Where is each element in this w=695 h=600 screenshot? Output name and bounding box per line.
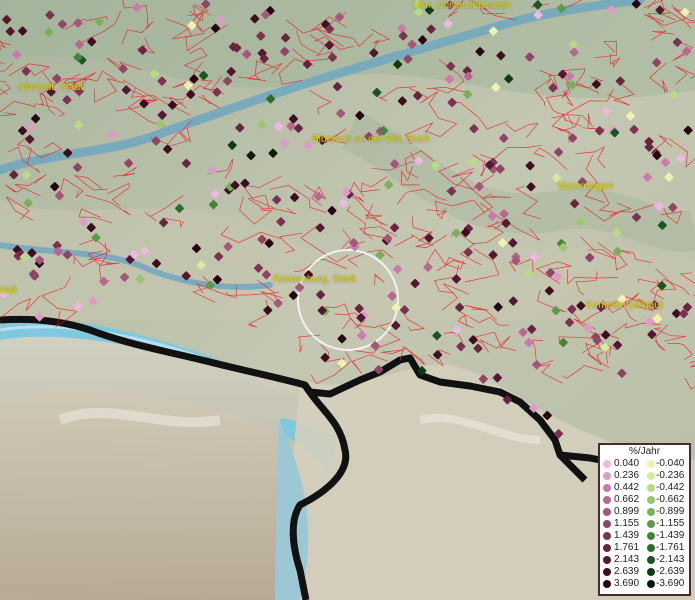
legend-swatch-positive xyxy=(603,520,611,528)
legend-swatch-negative xyxy=(647,460,655,468)
legend-value-negative: -2.143 xyxy=(656,554,685,565)
legend-swatch-positive xyxy=(603,496,611,504)
legend-row: 1.155 -1.155 xyxy=(600,518,689,530)
legend-swatch-negative xyxy=(647,472,655,480)
legend-row: 0.040 -0.040 xyxy=(600,458,689,470)
legend-value-positive: 2.639 xyxy=(614,566,640,577)
legend-row: 2.143 -2.143 xyxy=(600,554,689,566)
legend-title: %/Jahr xyxy=(628,446,661,457)
legend-value-negative: -0.040 xyxy=(656,458,685,469)
city-label-kempten: Kempten (Allgäu) xyxy=(586,300,664,311)
legend-value-positive: 1.439 xyxy=(614,530,640,541)
legend-swatch-positive xyxy=(603,484,611,492)
legend-swatch-negative xyxy=(647,556,655,564)
legend-swatch-positive xyxy=(603,460,611,468)
legend-rows: 0.040 -0.040 0.236 -0.236 0.442 -0.442 0.662 -0… xyxy=(600,458,689,590)
city-label-albstadt: Albstadt, Stadt xyxy=(18,82,84,93)
legend-swatch-negative xyxy=(647,580,655,588)
legend-value-negative: -0.236 xyxy=(656,470,685,481)
legend-swatch-positive xyxy=(603,556,611,564)
legend-value-positive: 1.761 xyxy=(614,542,640,553)
legend-row: 0.236 -0.236 xyxy=(600,470,689,482)
legend-value-negative: -0.442 xyxy=(656,482,685,493)
legend-row: 1.761 -1.761 xyxy=(600,542,689,554)
city-label-ulm: Ulm, Universitätsstadt xyxy=(413,0,511,11)
legend-swatch-negative xyxy=(647,508,655,516)
legend-value-negative: -0.899 xyxy=(656,506,685,517)
legend-row: 2.639 -2.639 xyxy=(600,566,689,578)
legend-swatch-positive xyxy=(603,568,611,576)
legend-row: 3.690 -3.690 xyxy=(600,578,689,590)
legend-value-positive: 0.662 xyxy=(614,494,640,505)
legend-swatch-positive xyxy=(603,580,611,588)
legend-panel: %/Jahr 0.040 -0.040 0.236 -0.236 0.442 -0.442… xyxy=(598,443,691,596)
city-label-biberach: Biberach an der Riß, Stadt xyxy=(312,134,430,145)
legend-row: 0.899 -0.899 xyxy=(600,506,689,518)
legend-value-negative: -2.639 xyxy=(656,566,685,577)
city-label-memmingen: Memmingen xyxy=(558,181,614,192)
legend-swatch-negative xyxy=(647,520,655,528)
legend-value-positive: 0.236 xyxy=(614,470,640,481)
legend-swatch-negative xyxy=(647,532,655,540)
legend-swatch-positive xyxy=(603,472,611,480)
legend-row: 0.662 -0.662 xyxy=(600,494,689,506)
legend-value-positive: 0.442 xyxy=(614,482,640,493)
city-label-ravensburg: Ravensburg, Stadt xyxy=(273,274,356,285)
legend-row: 1.439 -1.439 xyxy=(600,530,689,542)
legend-value-positive: 0.040 xyxy=(614,458,640,469)
legend-swatch-positive xyxy=(603,508,611,516)
legend-swatch-positive xyxy=(603,532,611,540)
legend-value-positive: 2.143 xyxy=(614,554,640,565)
legend-swatch-negative xyxy=(647,484,655,492)
legend-value-negative: -1.761 xyxy=(656,542,685,553)
legend-row: 0.442 -0.442 xyxy=(600,482,689,494)
city-label-partial: tadt xyxy=(0,285,17,296)
legend-swatch-negative xyxy=(647,544,655,552)
legend-value-negative: -3.690 xyxy=(656,578,685,589)
legend-value-negative: -1.439 xyxy=(656,530,685,541)
legend-swatch-negative xyxy=(647,496,655,504)
legend-swatch-negative xyxy=(647,568,655,576)
legend-value-positive: 3.690 xyxy=(614,578,640,589)
legend-value-positive: 0.899 xyxy=(614,506,640,517)
legend-value-negative: -0.662 xyxy=(656,494,685,505)
legend-value-positive: 1.155 xyxy=(614,518,640,529)
legend-swatch-positive xyxy=(603,544,611,552)
legend-value-negative: -1.155 xyxy=(656,518,685,529)
